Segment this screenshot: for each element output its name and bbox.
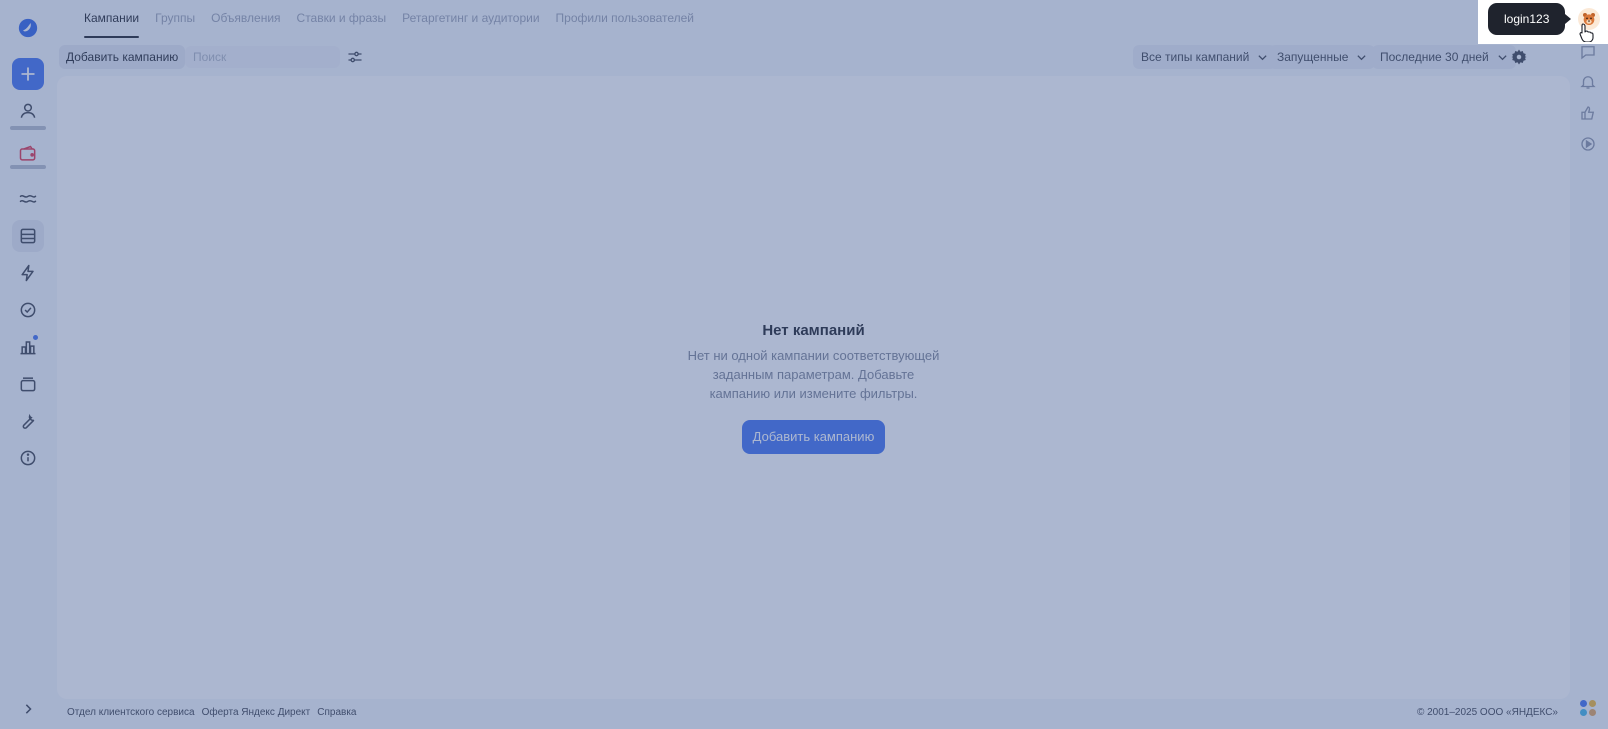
empty-state: Нет кампаний Нет ни одной кампании соотв… (57, 322, 1570, 454)
campaign-types-label: Все типы кампаний (1141, 50, 1250, 64)
tab-groups[interactable]: Группы (155, 0, 195, 38)
layers-icon[interactable] (12, 368, 44, 400)
stats-chart-icon[interactable] (12, 331, 44, 363)
tab-ads[interactable]: Объявления (211, 0, 280, 38)
user-icon[interactable] (12, 95, 44, 127)
status-dropdown[interactable]: Запущенные (1269, 45, 1376, 69)
thumbs-up-icon[interactable] (1579, 104, 1597, 122)
login-tooltip: login123 (1488, 3, 1566, 35)
services-grid-icon[interactable] (1580, 700, 1600, 720)
waves-icon[interactable] (12, 182, 44, 214)
chevron-down-icon (1498, 54, 1507, 60)
lightning-icon[interactable] (12, 257, 44, 289)
chat-icon[interactable] (1579, 43, 1597, 61)
empty-state-text: Нет ни одной кампании соответствующей за… (687, 348, 940, 401)
add-campaign-button[interactable]: Добавить кампанию (59, 45, 186, 69)
chevron-down-icon (1258, 54, 1267, 60)
tab-retargeting[interactable]: Ретаргетинг и аудитории (402, 0, 539, 38)
tab-bids-phrases[interactable]: Ставки и фразы (297, 0, 387, 38)
plus-icon[interactable] (12, 58, 44, 90)
check-circle-icon[interactable] (12, 294, 44, 326)
gear-icon[interactable] (1510, 48, 1528, 66)
period-label: Последние 30 дней (1380, 50, 1489, 64)
tab-campaigns[interactable]: Кампании (84, 0, 140, 38)
tooltip-arrow (1565, 14, 1571, 24)
hand-cursor-icon (1579, 23, 1594, 42)
play-icon[interactable] (1579, 135, 1597, 153)
footer-links: Отдел клиентского сервиса Оферта Яндекс … (67, 707, 356, 718)
rail-underline (10, 126, 46, 130)
info-icon[interactable] (12, 442, 44, 474)
yandex-direct-logo-icon[interactable] (12, 12, 44, 44)
wrench-icon[interactable] (12, 405, 44, 437)
chevron-down-icon (1357, 54, 1367, 60)
bell-icon[interactable] (1579, 73, 1597, 91)
campaigns-list-icon[interactable] (12, 220, 44, 252)
chevron-right-icon[interactable] (12, 693, 44, 725)
copyright: © 2001–2025 ООО «ЯНДЕКС» (1416, 707, 1558, 718)
campaign-types-dropdown[interactable]: Все типы кампаний (1133, 45, 1277, 69)
notification-dot (33, 335, 38, 340)
status-label: Запущенные (1277, 50, 1349, 64)
footer-link-offer[interactable]: Оферта Яндекс Директ (202, 707, 311, 718)
left-rail (0, 0, 56, 729)
right-rail (1572, 0, 1608, 729)
search-input[interactable] (185, 46, 340, 68)
rail-underline (10, 165, 46, 169)
tab-user-profiles[interactable]: Профили пользователей (556, 0, 694, 38)
footer-link-client-service[interactable]: Отдел клиентского сервиса (67, 707, 195, 718)
app-root: Кампании Группы Объявления Ставки и фраз… (0, 0, 1608, 729)
campaigns-panel: Нет кампаний Нет ни одной кампании соотв… (57, 76, 1570, 699)
top-tabs: Кампании Группы Объявления Ставки и фраз… (84, 0, 694, 38)
footer-link-help[interactable]: Справка (317, 707, 356, 718)
filter-settings-icon[interactable] (346, 48, 364, 66)
add-campaign-cta-button[interactable]: Добавить кампанию (741, 420, 886, 454)
period-dropdown[interactable]: Последние 30 дней (1372, 45, 1516, 69)
toolbar: Добавить кампанию Все типы кампаний Запу… (56, 44, 1556, 70)
empty-state-title: Нет кампаний (762, 322, 865, 339)
